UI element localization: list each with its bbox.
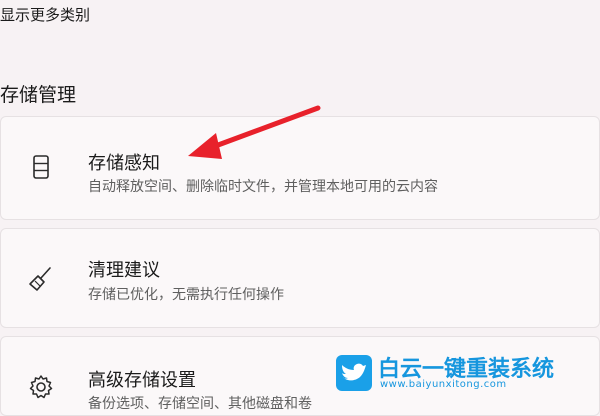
- red-arrow-icon: [188, 105, 321, 159]
- bird-logo-icon: [336, 355, 372, 391]
- watermark-url: www.baiyunxitong.com: [380, 379, 507, 390]
- watermark: 白云一键重装系统 www.baiyunxitong.com: [336, 353, 594, 393]
